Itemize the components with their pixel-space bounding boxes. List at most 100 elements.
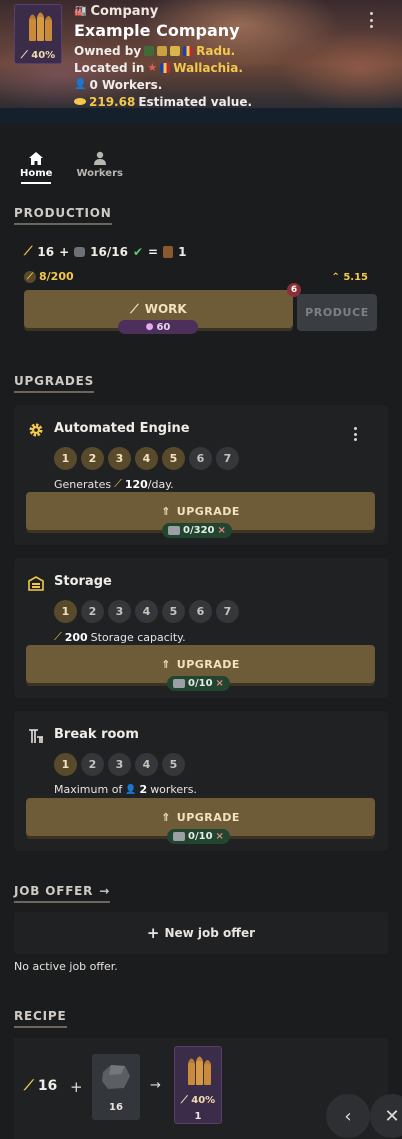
home-icon: [29, 152, 44, 165]
upgrade-card-break-room: Break room 1 2 3 4 5 Maximum of 👤 2 work…: [14, 711, 388, 851]
level-dot: 1: [54, 753, 77, 776]
region-star-icon: ★: [147, 61, 158, 74]
level-dot: 6: [189, 600, 212, 623]
pickaxe-icon: ⟋: [24, 1078, 34, 1094]
level-dot: 5: [162, 447, 185, 470]
level-dot: 1: [54, 600, 77, 623]
upgrade-desc-prefix: Generates: [54, 477, 112, 491]
level-dot: 2: [81, 600, 104, 623]
level-dot: 5: [162, 600, 185, 623]
recipe-output-quality: 40%: [191, 1095, 216, 1106]
region-flag-icon: [160, 62, 171, 73]
company-name: Example Company: [74, 21, 240, 40]
insufficient-icon: ×: [217, 525, 226, 536]
no-job-offer-text: No active job offer.: [14, 960, 118, 973]
level-dot: 5: [162, 753, 185, 776]
worker-icon: 👤: [74, 79, 87, 90]
upgrade-desc-value: 2: [139, 783, 148, 796]
recipe-output-item[interactable]: ⟋ 40% 1: [174, 1046, 222, 1124]
energy-cost-pill: ● 60: [118, 320, 198, 334]
upgrade-desc-suffix: /day.: [147, 477, 174, 491]
level-dot: 1: [54, 447, 77, 470]
iron-ore-icon: [102, 1065, 130, 1089]
upgrade-button-label: UPGRADE: [176, 504, 240, 518]
tab-workers[interactable]: Workers: [70, 151, 129, 184]
tab-workers-label: Workers: [76, 168, 123, 179]
work-button-label: WORK: [144, 302, 187, 316]
company-tabs: Home Workers: [14, 151, 129, 184]
ammo-shells-icon: [188, 1056, 211, 1085]
country-flag-icon: [183, 45, 194, 56]
recipe-heading: RECIPE: [14, 1009, 67, 1028]
location-link[interactable]: Wallachia.: [173, 61, 243, 75]
upgrade-button-label: UPGRADE: [176, 657, 240, 671]
upgrade-name: Storage: [54, 574, 112, 589]
upgrades-heading: UPGRADES: [14, 374, 95, 393]
upgrade-card-automated-engine: Automated Engine 1 2 3 4 5 6 7 Generates…: [14, 405, 388, 545]
upgrade-desc-value: 120: [124, 477, 148, 491]
located-in-label: Located in: [74, 60, 145, 75]
upgrade-cost-pill: 0/320 ×: [162, 523, 232, 538]
quality-arrow-icon: ⟋: [20, 50, 28, 61]
quality-arrow-icon: ⟋: [180, 1095, 188, 1106]
job-offer-heading: JOB OFFER: [14, 884, 94, 898]
pickaxe-icon: ⟋: [114, 477, 122, 490]
level-dot: 3: [108, 447, 131, 470]
level-dot: 6: [189, 447, 212, 470]
ammo-output-icon: [163, 245, 174, 258]
owned-by-label: Owned by: [74, 43, 142, 58]
upgrade-desc-suffix: Storage capacity.: [90, 630, 186, 644]
rate-up-icon: ⌃: [331, 272, 340, 283]
workers-icon: [93, 151, 106, 165]
work-input-value: 16: [37, 244, 55, 259]
company-product-thumbnail: ⟋ 40%: [14, 4, 62, 64]
upgrade-cost: 0/10: [188, 678, 213, 689]
level-dot: 7: [216, 600, 239, 623]
back-button[interactable]: ‹: [326, 1094, 370, 1138]
owner-name-link[interactable]: Radu.: [196, 44, 235, 58]
recipe-work: 16: [37, 1078, 58, 1094]
worker-icon: 👤: [125, 784, 137, 795]
upgrade-cost: 0/10: [188, 831, 213, 842]
plus-icon: +: [146, 924, 160, 942]
production-rate: 5.15: [343, 272, 368, 283]
recipe-arrow-icon: →: [150, 1078, 161, 1093]
upgrade-desc-suffix: workers.: [150, 783, 197, 796]
upgrade-card-storage: Storage 1 2 3 4 5 6 7 ⟋ 200 Storage capa…: [14, 558, 388, 698]
factory-icon: 🏭: [74, 6, 87, 17]
output-qty-value: 1: [178, 244, 187, 259]
steel-icon: [168, 526, 180, 535]
upgrade-arrow-icon: ⇑: [161, 657, 171, 671]
energy-cost: 60: [156, 321, 171, 333]
pickaxe-icon: ⟋: [24, 244, 33, 258]
chevron-left-icon: ‹: [344, 1105, 352, 1127]
upgrade-cost-pill: 0/10 ×: [167, 676, 230, 691]
job-offer-heading-link[interactable]: JOB OFFER →: [14, 884, 111, 903]
level-dot: 7: [216, 447, 239, 470]
upgrade-name: Automated Engine: [54, 421, 190, 436]
workers-count: 0 Workers.: [89, 77, 163, 92]
production-heading: PRODUCTION: [14, 206, 112, 225]
insufficient-icon: ×: [215, 831, 224, 842]
plus-sign: +: [59, 244, 70, 259]
level-dot: 3: [108, 753, 131, 776]
company-menu-icon[interactable]: [368, 12, 374, 28]
recipe-input-qty: 16: [109, 1102, 123, 1113]
steel-icon: [173, 832, 185, 841]
material-input-value: 16/16: [90, 244, 128, 259]
steel-icon: [173, 679, 185, 688]
recipe-input-item[interactable]: 16: [92, 1054, 140, 1120]
level-dot: 4: [135, 600, 158, 623]
tab-home[interactable]: Home: [14, 151, 58, 184]
arrow-right-icon: →: [99, 884, 111, 898]
bulb-icon: ●: [145, 322, 154, 332]
star-badge-icon: [170, 45, 181, 56]
upgrade-desc-prefix: Maximum of: [54, 783, 123, 796]
recipe-output-qty: 1: [194, 1111, 202, 1122]
coins-icon: [74, 98, 86, 105]
new-job-offer-button[interactable]: + New job offer: [14, 912, 388, 954]
produce-button[interactable]: PRODUCE: [297, 294, 377, 331]
level-dot: 4: [135, 753, 158, 776]
upgrade-menu-icon[interactable]: [354, 427, 358, 441]
close-icon: ✕: [384, 1105, 400, 1127]
